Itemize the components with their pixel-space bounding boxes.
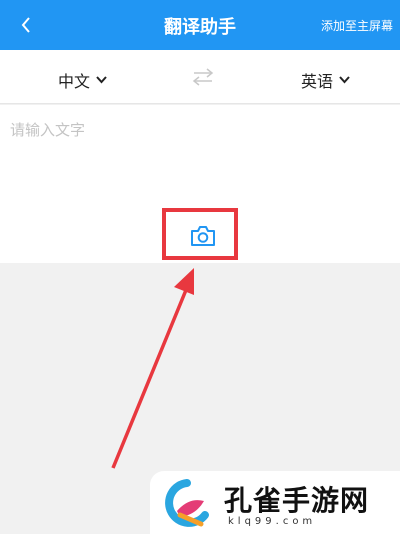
peacock-logo-icon bbox=[165, 479, 209, 527]
watermark: 孔雀手游网 klq99.com bbox=[150, 471, 400, 534]
watermark-domain: klq99.com bbox=[228, 516, 317, 527]
pointer-arrow bbox=[111, 268, 194, 469]
watermark-title: 孔雀手游网 bbox=[224, 484, 370, 517]
